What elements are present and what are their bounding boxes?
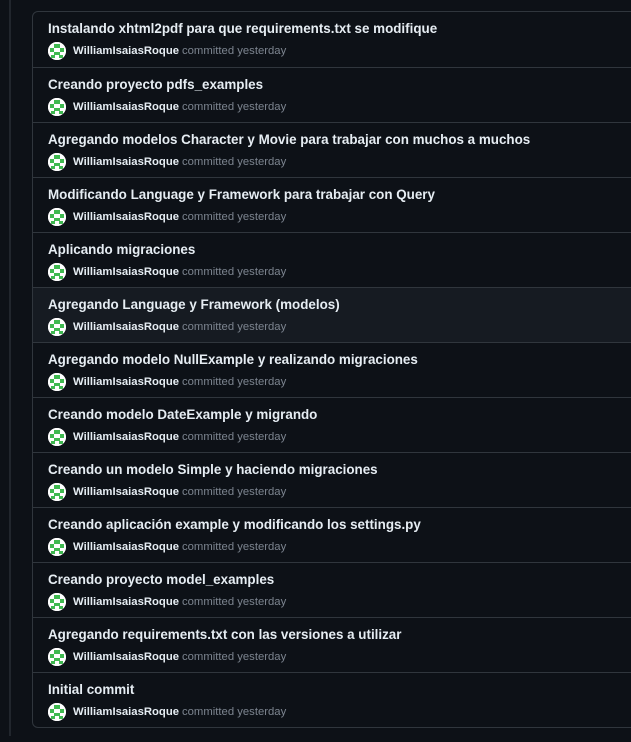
author-link[interactable]: WilliamIsaiasRoque bbox=[73, 706, 179, 718]
commit-row: Creando modelo DateExample y migrando Wi… bbox=[33, 397, 631, 452]
commit-meta: WilliamIsaiasRoque committed yesterday bbox=[48, 703, 286, 721]
commit-title-link[interactable]: Agregando Language y Framework (modelos) bbox=[48, 297, 340, 312]
avatar-icon[interactable] bbox=[48, 98, 66, 116]
commit-time: committed yesterday bbox=[182, 101, 287, 113]
author-link[interactable]: WilliamIsaiasRoque bbox=[73, 156, 179, 168]
commit-time: committed yesterday bbox=[182, 486, 287, 498]
commit-row: Creando proyecto pdfs_examples WilliamIs… bbox=[33, 67, 631, 122]
commit-title-link[interactable]: Creando un modelo Simple y haciendo migr… bbox=[48, 462, 378, 477]
commit-title-link[interactable]: Creando aplicación example y modificando… bbox=[48, 517, 421, 532]
author-link[interactable]: WilliamIsaiasRoque bbox=[73, 431, 179, 443]
commit-row: Creando un modelo Simple y haciendo migr… bbox=[33, 452, 631, 507]
commit-time: committed yesterday bbox=[182, 211, 287, 223]
commit-title-link[interactable]: Agregando modelo NullExample y realizand… bbox=[48, 352, 418, 367]
commit-time: committed yesterday bbox=[182, 156, 287, 168]
author-link[interactable]: WilliamIsaiasRoque bbox=[73, 321, 179, 333]
avatar-icon[interactable] bbox=[48, 153, 66, 171]
commit-meta: WilliamIsaiasRoque committed yesterday bbox=[48, 538, 286, 556]
avatar-icon[interactable] bbox=[48, 703, 66, 721]
avatar-icon[interactable] bbox=[48, 593, 66, 611]
commit-row: Modificando Language y Framework para tr… bbox=[33, 177, 631, 232]
commit-time: committed yesterday bbox=[182, 376, 287, 388]
avatar-icon[interactable] bbox=[48, 208, 66, 226]
commit-meta: WilliamIsaiasRoque committed yesterday bbox=[48, 593, 286, 611]
author-link[interactable]: WilliamIsaiasRoque bbox=[73, 211, 179, 223]
commit-row: Agregando requirements.txt con las versi… bbox=[33, 617, 631, 672]
avatar-icon[interactable] bbox=[48, 263, 66, 281]
avatar-icon[interactable] bbox=[48, 318, 66, 336]
author-link[interactable]: WilliamIsaiasRoque bbox=[73, 266, 179, 278]
commit-time: committed yesterday bbox=[182, 596, 287, 608]
commit-meta: WilliamIsaiasRoque committed yesterday bbox=[48, 318, 286, 336]
author-link[interactable]: WilliamIsaiasRoque bbox=[73, 651, 179, 663]
commit-row: Creando proyecto model_examples WilliamI… bbox=[33, 562, 631, 617]
commit-time: committed yesterday bbox=[182, 321, 287, 333]
avatar-icon[interactable] bbox=[48, 428, 66, 446]
commit-row: Instalando xhtml2pdf para que requiremen… bbox=[33, 12, 631, 67]
author-link[interactable]: WilliamIsaiasRoque bbox=[73, 101, 179, 113]
author-link[interactable]: WilliamIsaiasRoque bbox=[73, 596, 179, 608]
commit-title-link[interactable]: Creando proyecto pdfs_examples bbox=[48, 77, 263, 92]
commit-row: Agregando modelos Character y Movie para… bbox=[33, 122, 631, 177]
commit-meta: WilliamIsaiasRoque committed yesterday bbox=[48, 98, 286, 116]
author-link[interactable]: WilliamIsaiasRoque bbox=[73, 376, 179, 388]
commit-title-link[interactable]: Modificando Language y Framework para tr… bbox=[48, 187, 435, 202]
commit-time: committed yesterday bbox=[182, 266, 287, 278]
commit-meta: WilliamIsaiasRoque committed yesterday bbox=[48, 648, 286, 666]
avatar-icon[interactable] bbox=[48, 648, 66, 666]
commit-meta: WilliamIsaiasRoque committed yesterday bbox=[48, 428, 286, 446]
avatar-icon[interactable] bbox=[48, 373, 66, 391]
commit-row: Initial commit WilliamIsaiasRoque commit… bbox=[33, 672, 631, 727]
author-link[interactable]: WilliamIsaiasRoque bbox=[73, 541, 179, 553]
avatar-icon[interactable] bbox=[48, 483, 66, 501]
commit-meta: WilliamIsaiasRoque committed yesterday bbox=[48, 483, 286, 501]
commit-row: Creando aplicación example y modificando… bbox=[33, 507, 631, 562]
commit-time: committed yesterday bbox=[182, 706, 287, 718]
commit-row: Agregando Language y Framework (modelos)… bbox=[33, 287, 631, 342]
timeline-line bbox=[9, 0, 11, 736]
commit-meta: WilliamIsaiasRoque committed yesterday bbox=[48, 208, 286, 226]
commit-time: committed yesterday bbox=[182, 431, 287, 443]
commit-meta: WilliamIsaiasRoque committed yesterday bbox=[48, 42, 286, 60]
author-link[interactable]: WilliamIsaiasRoque bbox=[73, 45, 179, 57]
author-link[interactable]: WilliamIsaiasRoque bbox=[73, 486, 179, 498]
commit-history-page: Instalando xhtml2pdf para que requiremen… bbox=[0, 0, 631, 742]
avatar-icon[interactable] bbox=[48, 538, 66, 556]
commit-time: committed yesterday bbox=[182, 45, 287, 57]
commit-title-link[interactable]: Aplicando migraciones bbox=[48, 242, 195, 257]
commit-title-link[interactable]: Initial commit bbox=[48, 682, 134, 697]
commit-list: Instalando xhtml2pdf para que requiremen… bbox=[32, 11, 631, 728]
avatar-icon[interactable] bbox=[48, 42, 66, 60]
commit-meta: WilliamIsaiasRoque committed yesterday bbox=[48, 263, 286, 281]
commit-meta: WilliamIsaiasRoque committed yesterday bbox=[48, 373, 286, 391]
commit-title-link[interactable]: Creando proyecto model_examples bbox=[48, 572, 274, 587]
commit-time: committed yesterday bbox=[182, 651, 287, 663]
commit-title-link[interactable]: Creando modelo DateExample y migrando bbox=[48, 407, 317, 422]
commit-title-link[interactable]: Instalando xhtml2pdf para que requiremen… bbox=[48, 21, 437, 36]
commit-title-link[interactable]: Agregando requirements.txt con las versi… bbox=[48, 627, 401, 642]
commit-row: Agregando modelo NullExample y realizand… bbox=[33, 342, 631, 397]
commit-meta: WilliamIsaiasRoque committed yesterday bbox=[48, 153, 286, 171]
commit-title-link[interactable]: Agregando modelos Character y Movie para… bbox=[48, 132, 530, 147]
commit-time: committed yesterday bbox=[182, 541, 287, 553]
commit-row: Aplicando migraciones WilliamIsaiasRoque… bbox=[33, 232, 631, 287]
